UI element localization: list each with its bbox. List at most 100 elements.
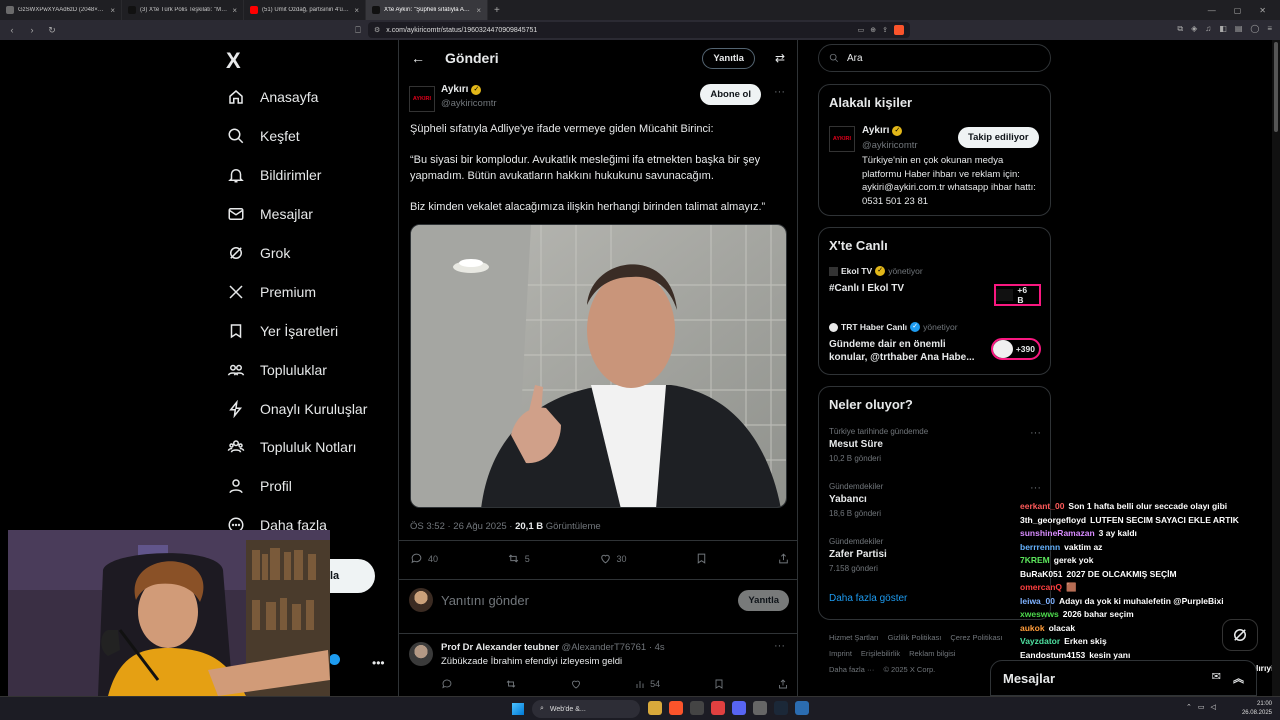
taskbar-search[interactable]: ⌕ Web'de &... [532,700,640,718]
chat-username[interactable]: 3th_georgefloyd [1020,514,1086,528]
file-explorer-icon[interactable] [648,701,662,715]
site-info-icon[interactable]: ⚙ [374,26,380,34]
tab-close-icon[interactable]: × [110,6,115,15]
new-message-icon[interactable]: ✉ [1212,670,1221,686]
search-input[interactable]: Ara [847,53,863,64]
app-icon[interactable] [711,701,725,715]
account-menu-icon[interactable]: ••• [372,656,385,670]
nav-item-profil[interactable]: Profil [226,467,396,506]
tweet-video[interactable] [410,224,787,508]
tab-close-icon[interactable]: × [354,6,359,15]
avatar[interactable] [409,588,433,612]
brave-browser-icon[interactable] [669,701,683,715]
browser-tab[interactable]: (3) X'te Türk Polis Teşkilatı: "Milletim… [122,0,244,20]
reload-button[interactable]: ↻ [46,25,58,36]
network-icon[interactable]: ▭ [1198,703,1205,711]
nav-item-mesajlar[interactable]: Mesajlar [226,195,396,234]
browser-tab[interactable]: X'te Aykırı: "Şüpheli sıfatıyla Adli... × [366,0,488,20]
close-window-button[interactable]: ✕ [1259,6,1266,15]
avatar[interactable]: AYKIRI [829,126,855,152]
more-options-icon[interactable]: ··· [774,86,785,98]
footer-link[interactable]: Imprint [829,649,852,658]
nav-item-premium[interactable]: Premium [226,272,396,311]
like-action[interactable] [570,678,582,690]
subscribe-button[interactable]: Abone ol [700,84,761,105]
new-tab-button[interactable]: + [488,5,506,16]
nav-item-onaylı-kuruluşlar[interactable]: Onaylı Kuruluşlar [226,389,396,428]
chat-username[interactable]: eerkant_00 [1020,500,1064,514]
reader-icon[interactable]: ▭ [858,26,865,34]
sidebar-icon[interactable]: ◧ [1219,24,1227,34]
reply-action[interactable] [441,678,453,690]
reply-settings-icon[interactable]: ⇄ [775,51,785,65]
reply-input[interactable]: Yanıtını gönder [441,593,730,608]
show-more-link[interactable]: Daha fazla göster [829,593,907,604]
chat-username[interactable]: BuRaK051 [1020,568,1063,582]
vpn-icon[interactable]: ◈ [1191,24,1197,34]
footer-link[interactable]: Gizlilik Politikası [888,633,942,642]
chat-username[interactable]: omercanQ [1020,581,1062,595]
nav-item-bildirimler[interactable]: Bildirimler [226,156,396,195]
app-icon[interactable] [690,701,704,715]
trend-item[interactable]: Gündemdekiler Yabancı 18,6 B gönderi ··· [829,482,1041,518]
tab-close-icon[interactable]: × [232,6,237,15]
footer-link[interactable]: Erişilebilirlik [861,649,900,658]
share-action[interactable] [777,552,790,565]
chat-username[interactable]: leiwa_00 [1020,595,1055,609]
footer-link[interactable]: Hizmet Şartları [829,633,879,642]
avatar[interactable]: AYKIRI [409,86,435,112]
grok-button[interactable] [1222,619,1258,651]
bookmark-action[interactable] [695,552,708,565]
repost-action[interactable] [505,678,517,690]
minimize-button[interactable]: — [1208,6,1216,15]
page-scrollbar[interactable] [1272,40,1280,696]
back-nav-button[interactable]: ‹ [6,25,18,35]
nav-item-topluluk-notları[interactable]: Topluluk Notları [226,428,396,467]
reply-action[interactable]: 40 [410,552,438,565]
related-handle[interactable]: @aykiricomtr [862,140,918,151]
reply-submit-button[interactable]: Yanıtla [738,589,789,611]
chat-username[interactable]: aukok [1020,622,1045,636]
windows-start-icon[interactable] [512,703,524,715]
x-logo[interactable]: X [226,48,241,74]
repost-action[interactable]: 5 [507,552,530,565]
reply-author-handle[interactable]: @AlexanderT76761 · 4s [562,642,665,653]
reply-author-name[interactable]: Prof Dr Alexander teubner [441,642,559,653]
like-action[interactable]: 30 [599,552,627,565]
bookmark-action[interactable] [713,678,725,690]
app-icon[interactable] [753,701,767,715]
clock[interactable]: 21:00 26.08.2025 [1242,700,1272,718]
author-handle[interactable]: @aykiricomtr [441,98,497,109]
author-name-row[interactable]: Aykırı ✓ [441,84,482,95]
tab-close-icon[interactable]: × [476,6,481,15]
nav-item-anasayfa[interactable]: Anasayfa [226,78,396,117]
related-name-row[interactable]: Aykırı ✓ [862,125,903,136]
search-box[interactable]: Ara [818,44,1051,72]
trend-more-icon[interactable]: ··· [1030,482,1041,494]
menu-icon[interactable]: ≡ [1267,24,1272,34]
footer-link[interactable]: Reklam bilgisi [909,649,955,658]
live-badge[interactable]: +390 [991,338,1041,360]
chat-username[interactable]: berrrennn [1020,541,1060,555]
share-icon[interactable]: ⇪ [882,26,888,34]
chat-username[interactable]: xweswws [1020,608,1059,622]
trend-more-icon[interactable]: ··· [1030,427,1041,439]
avatar[interactable] [409,642,433,666]
nav-item-topluluklar[interactable]: Topluluklar [226,350,396,389]
discord-icon[interactable] [732,701,746,715]
nav-item-yer-i-şaretleri[interactable]: Yer İşaretleri [226,311,396,350]
app-icon[interactable] [795,701,809,715]
zoom-icon[interactable]: ⊕ [870,26,876,34]
steam-icon[interactable] [774,701,788,715]
bookmark-page-icon[interactable]: ⎕ [352,25,364,36]
nav-item-keşfet[interactable]: Keşfet [226,117,396,156]
scrollbar-thumb[interactable] [1274,42,1278,132]
header-reply-button[interactable]: Yanıtla [702,47,755,69]
footer-link[interactable]: Çerez Politikası [950,633,1002,642]
forward-nav-button[interactable]: › [26,25,38,35]
messages-drawer[interactable]: Mesajlar ✉ ︽ [990,660,1257,696]
browser-tab[interactable]: (51) Ümit Özdağ, partisinin 4'ünc... × [244,0,366,20]
trend-item[interactable]: Türkiye tarihinde gündemde Mesut Süre 10,2… [829,427,1041,463]
extension-icon[interactable]: ⧉ [1177,24,1183,34]
footer-link[interactable]: Daha fazla ··· [829,665,874,674]
